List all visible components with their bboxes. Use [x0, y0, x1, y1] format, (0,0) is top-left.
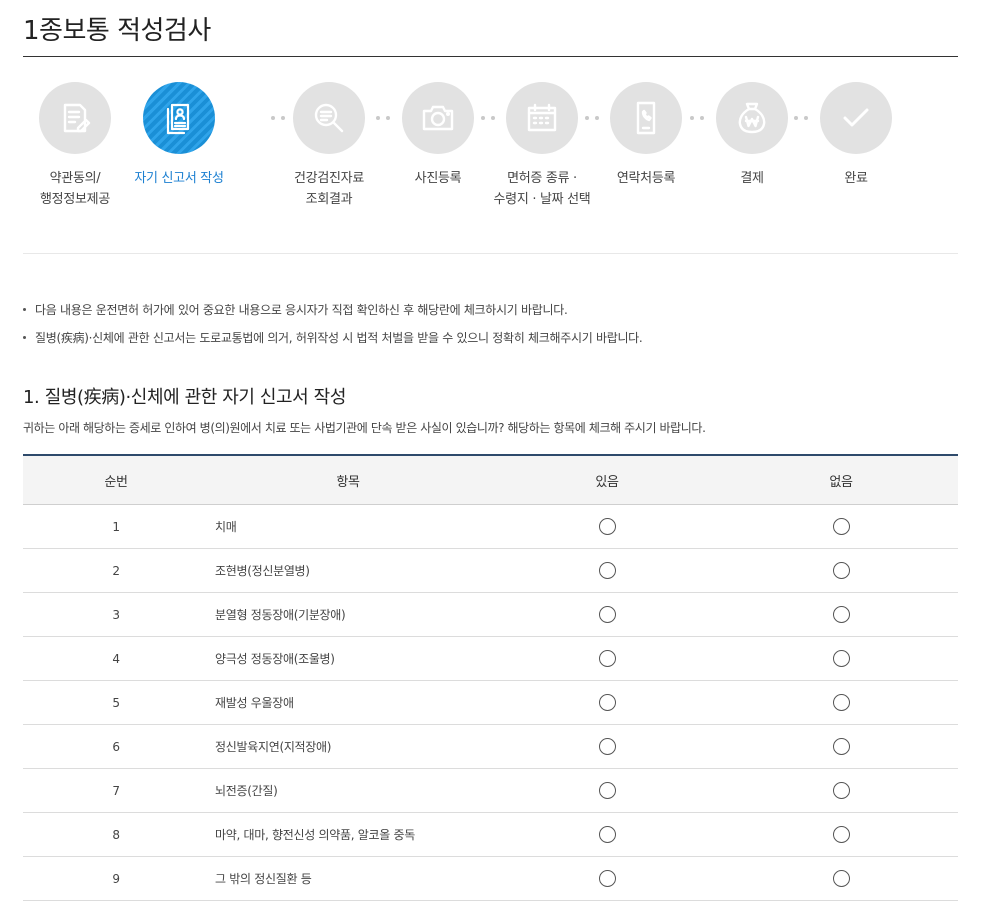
won-bag-icon [738, 102, 766, 134]
camera-icon [422, 105, 454, 131]
header-yes: 있음 [595, 474, 619, 490]
radio-no[interactable] [832, 650, 850, 667]
table-row: 9 그 밖의 정신질환 등 [23, 857, 958, 901]
step-circle [143, 82, 215, 154]
radio-no[interactable] [832, 870, 850, 887]
self-report-icon [166, 103, 190, 135]
step-license-options: 면허증 종류 · 수령지 · 날짜 선택 [490, 82, 594, 210]
step-self-report: 자기 신고서 작성 [127, 82, 231, 189]
row-item: 뇌전증(간질) [215, 784, 278, 798]
row-number: 5 [112, 695, 120, 710]
page-title: 1종보통 적성검사 [23, 16, 211, 46]
section-title: 1. 질병(疾病)·신체에 관한 자기 신고서 작성 [23, 387, 346, 408]
step-label: 결제 [740, 171, 764, 186]
table-row: 3 분열형 정동장애(기분장애) [23, 593, 958, 637]
step-label: 연락처등록 [616, 171, 676, 186]
row-item: 조현병(정신분열병) [215, 564, 310, 578]
notice-list: 다음 내용은 운전면허 허가에 있어 중요한 내용으로 응시자가 직접 확인하신… [23, 296, 958, 352]
row-item: 재발성 우울장애 [215, 696, 294, 710]
radio-no[interactable] [832, 606, 850, 623]
bullet-icon [23, 336, 26, 339]
row-number: 7 [112, 783, 120, 798]
row-item: 마약, 대마, 향전신성 의약품, 알코올 중독 [215, 828, 415, 842]
row-number: 9 [112, 871, 120, 886]
step-circle [293, 82, 365, 154]
row-number: 1 [112, 519, 120, 534]
step-label: 완료 [844, 171, 868, 186]
row-item: 치매 [215, 520, 237, 534]
step-label: 자기 신고서 작성 [134, 171, 224, 186]
radio-no[interactable] [832, 738, 850, 755]
radio-yes[interactable] [598, 870, 616, 887]
row-item: 정신발육지연(지적장애) [215, 740, 332, 754]
table-row: 2 조현병(정신분열병) [23, 549, 958, 593]
radio-yes[interactable] [598, 650, 616, 667]
check-icon [843, 108, 869, 127]
step-circle [402, 82, 474, 154]
row-item: 분열형 정동장애(기분장애) [215, 608, 346, 622]
step-terms-agreement: 약관동의/ 행정정보제공 [23, 82, 127, 210]
radio-yes[interactable] [598, 606, 616, 623]
steps-divider [23, 253, 958, 254]
radio-no[interactable] [832, 562, 850, 579]
row-number: 2 [112, 563, 120, 578]
radio-yes[interactable] [598, 562, 616, 579]
header-no-answer: 없음 [829, 474, 853, 490]
row-number: 3 [112, 607, 120, 622]
step-circle [610, 82, 682, 154]
header-no: 순번 [104, 474, 128, 490]
row-number: 6 [112, 739, 120, 754]
step-label: 면허증 종류 · 수령지 · 날짜 선택 [493, 171, 591, 207]
notice-item: 질병(疾病)·신체에 관한 신고서는 도로교통법에 의거, 허위작성 시 법적 … [23, 324, 958, 352]
document-edit-icon [63, 103, 91, 133]
step-label: 건강검진자료 조회결과 [294, 171, 364, 207]
self-report-table: 순번 항목 있음 없음 1 치매 2 조현병(정신분열병) 3 분열형 정동장애… [23, 454, 958, 901]
row-number: 4 [112, 651, 120, 666]
row-number: 8 [112, 827, 120, 842]
notice-item: 다음 내용은 운전면허 허가에 있어 중요한 내용으로 응시자가 직접 확인하신… [23, 296, 958, 324]
step-label: 약관동의/ 행정정보제공 [40, 171, 110, 207]
radio-yes[interactable] [598, 694, 616, 711]
calendar-icon [527, 103, 557, 132]
section-description: 귀하는 아래 해당하는 증세로 인하여 병(의)원에서 치료 또는 사법기관에 … [23, 421, 706, 435]
radio-yes[interactable] [598, 826, 616, 843]
radio-no[interactable] [832, 826, 850, 843]
table-row: 1 치매 [23, 505, 958, 549]
table-row: 7 뇌전증(간질) [23, 769, 958, 813]
table-row: 4 양극성 정동장애(조울병) [23, 637, 958, 681]
radio-yes[interactable] [598, 782, 616, 799]
table-row: 5 재발성 우울장애 [23, 681, 958, 725]
step-complete: 완료 [804, 82, 908, 189]
step-label: 사진등록 [414, 171, 462, 186]
progress-steps: 약관동의/ 행정정보제공 자기 신고서 작성 건강검진자료 조회결과 사진등록 … [23, 82, 958, 222]
table-row: 6 정신발육지연(지적장애) [23, 725, 958, 769]
bullet-icon [23, 308, 26, 311]
row-item: 양극성 정동장애(조울병) [215, 652, 335, 666]
radio-yes[interactable] [598, 518, 616, 535]
title-divider [23, 56, 958, 57]
radio-no[interactable] [832, 518, 850, 535]
table-row: 8 마약, 대마, 향전신성 의약품, 알코올 중독 [23, 813, 958, 857]
step-health-check: 건강검진자료 조회결과 [277, 82, 381, 210]
step-circle [39, 82, 111, 154]
radio-yes[interactable] [598, 738, 616, 755]
step-circle [820, 82, 892, 154]
step-contact: 연락처등록 [594, 82, 698, 189]
table-header-row: 순번 항목 있음 없음 [23, 456, 958, 505]
step-circle [506, 82, 578, 154]
step-payment: 결제 [700, 82, 804, 189]
radio-no[interactable] [832, 694, 850, 711]
radio-no[interactable] [832, 782, 850, 799]
step-photo: 사진등록 [386, 82, 490, 189]
search-document-icon [314, 103, 344, 133]
phone-icon [636, 101, 656, 135]
row-item: 그 밖의 정신질환 등 [215, 872, 312, 886]
step-circle [716, 82, 788, 154]
header-item: 항목 [336, 474, 360, 490]
